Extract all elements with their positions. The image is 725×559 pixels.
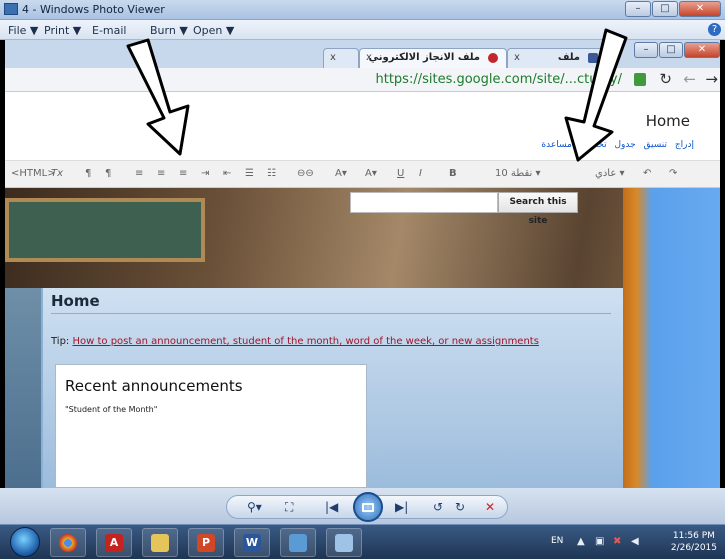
arrow-left-icon <box>126 38 190 156</box>
actual-size-icon[interactable]: ⛶ <box>285 500 293 515</box>
volume-icon[interactable]: ◀ <box>631 536 639 547</box>
slideshow-icon <box>362 503 374 512</box>
clock-time: 11:56 PM <box>672 531 715 541</box>
next-icon[interactable]: ▶| <box>395 500 408 514</box>
taskbar-acrobat[interactable]: A <box>96 528 132 557</box>
delete-icon[interactable]: ✕ <box>485 500 495 514</box>
taskbar: A P W EN ▲ ▣ ✖ ◀ 11:56 PM 2/26/2015 <box>0 524 725 559</box>
previous-icon[interactable]: |◀ <box>325 500 338 514</box>
powerpoint-icon: P <box>197 534 215 552</box>
taskbar-word[interactable]: W <box>234 528 270 557</box>
chrome-icon <box>59 534 77 552</box>
rotate-cw-icon[interactable]: ↻ <box>455 500 465 514</box>
tray-app-icon[interactable]: ▣ <box>595 536 604 547</box>
taskbar-chrome[interactable] <box>50 528 86 557</box>
taskbar-paint[interactable] <box>326 528 362 557</box>
acrobat-icon: A <box>105 534 123 552</box>
clock[interactable]: 11:56 PM 2/26/2015 <box>671 530 717 554</box>
start-button[interactable] <box>10 527 40 557</box>
taskbar-photo-viewer[interactable] <box>280 528 316 557</box>
viewer-control-bar: ⚲▾ ⛶ |◀ ▶| ↺ ↻ ✕ <box>226 492 508 522</box>
taskbar-powerpoint[interactable]: P <box>188 528 224 557</box>
word-icon: W <box>243 534 261 552</box>
arrow-right-icon <box>564 28 628 162</box>
slideshow-button[interactable] <box>353 492 383 522</box>
tray-expand-icon[interactable]: ▲ <box>577 536 585 547</box>
annotation-arrows <box>126 28 628 162</box>
folder-icon <box>151 534 169 552</box>
viewer-controls: ⚲▾ ⛶ |◀ ▶| ↺ ↻ ✕ <box>0 488 725 524</box>
clock-date: 2/26/2015 <box>670 543 717 553</box>
system-tray: EN ▲ ▣ ✖ ◀ 11:56 PM 2/26/2015 <box>525 525 725 559</box>
photo-viewer-icon <box>289 534 307 552</box>
network-icon[interactable]: ✖ <box>613 536 621 547</box>
rotate-ccw-icon[interactable]: ↺ <box>433 500 443 514</box>
zoom-icon[interactable]: ⚲▾ <box>247 500 262 514</box>
language-indicator[interactable]: EN <box>551 536 563 546</box>
paint-icon <box>335 534 353 552</box>
taskbar-explorer[interactable] <box>142 528 178 557</box>
